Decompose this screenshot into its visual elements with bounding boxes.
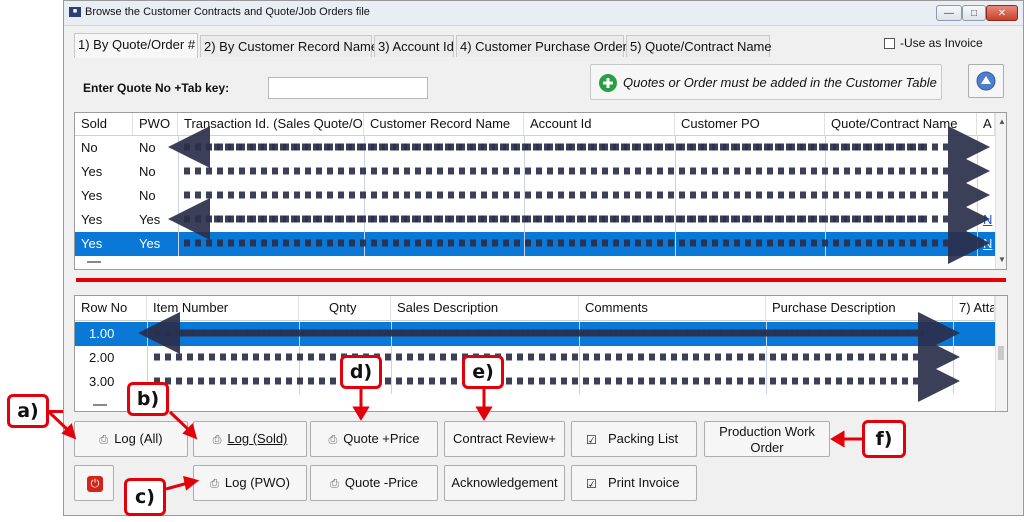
acknowledgement-button[interactable]: Acknowledgement [444,465,565,501]
callout-a: a) [7,394,49,428]
log-sold-button[interactable]: ⎙ Log (Sold) [193,421,307,457]
print-invoice-button[interactable]: ☑ Print Invoice [571,465,697,501]
packing-list-button[interactable]: ☑ Packing List [571,421,697,457]
exit-button[interactable]: ⏻ [74,465,114,501]
quote-plus-price-label: Quote +Price [343,431,420,446]
quote-minus-price-label: Quote -Price [344,475,418,490]
callout-b: b) [127,382,169,416]
log-all-button[interactable]: ⎙ Log (All) [74,421,188,457]
contract-review-button[interactable]: Contract Review+ [444,421,565,457]
printer-icon: ⎙ [330,478,339,490]
checkmark-icon: ☑ [586,477,597,491]
acknowledgement-label: Acknowledgement [451,475,558,490]
quote-minus-price-button[interactable]: ⎙ Quote -Price [310,465,438,501]
power-icon: ⏻ [87,476,103,492]
contract-review-label: Contract Review+ [453,431,556,446]
callout-arrow [49,410,63,413]
log-pwo-label: Log (PWO) [224,475,290,490]
callout-e: e) [462,355,504,389]
production-work-order-label: Production Work Order [719,424,815,455]
callout-c: c) [124,478,166,516]
packing-list-label: Packing List [608,431,679,446]
printer-icon: ⎙ [99,434,109,446]
callout-d: d) [340,355,382,389]
printer-icon: ⎙ [212,434,222,446]
callout-f: f) [862,420,906,458]
print-invoice-label: Print Invoice [608,475,680,490]
production-work-order-button[interactable]: Production Work Order [704,421,830,457]
quote-plus-price-button[interactable]: ⎙ Quote +Price [310,421,438,457]
log-sold-label: Log (Sold) [227,431,288,446]
log-pwo-button[interactable]: ⎙ Log (PWO) [193,465,307,501]
printer-icon: ⎙ [328,434,338,446]
checkmark-icon: ☑ [586,433,597,447]
printer-icon: ⎙ [210,478,219,490]
log-all-label: Log (All) [114,431,163,446]
